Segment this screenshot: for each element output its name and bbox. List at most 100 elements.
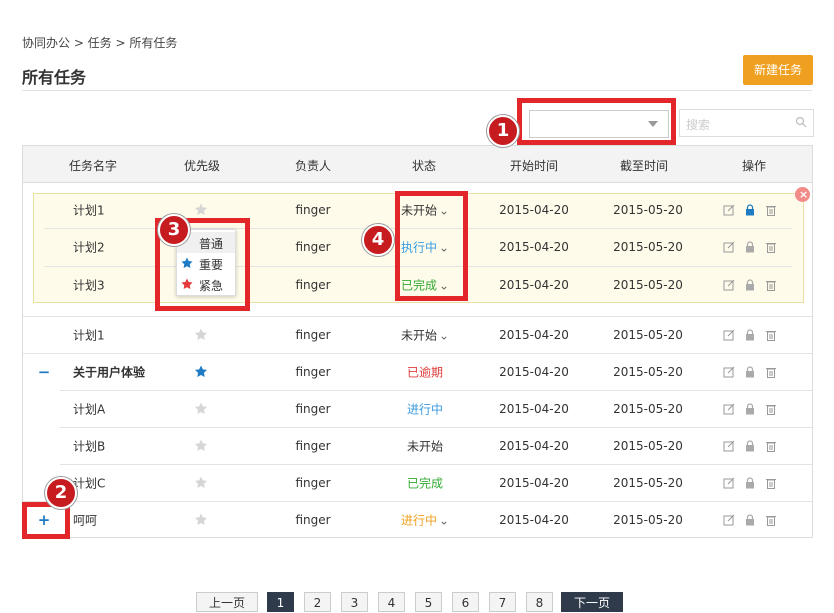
status-select[interactable]: 未开始 ⌄ <box>401 327 449 344</box>
trash-icon[interactable] <box>765 329 777 341</box>
edit-icon[interactable] <box>723 514 735 526</box>
trash-icon[interactable] <box>765 440 777 452</box>
status-select: 进行中 <box>407 401 443 418</box>
status-select[interactable]: 进行中 ⌄ <box>401 512 449 529</box>
trash-icon[interactable] <box>765 241 777 253</box>
breadcrumb: 协同办公 > 任务 > 所有任务 <box>22 36 178 50</box>
row-divider <box>23 501 812 502</box>
edit-icon[interactable] <box>723 366 735 378</box>
priority-star-icon[interactable] <box>195 513 208 529</box>
edit-icon[interactable] <box>723 477 735 489</box>
new-task-button[interactable]: 新建任务 <box>743 55 813 85</box>
task-name[interactable]: 计划C <box>73 475 105 492</box>
edit-icon[interactable] <box>723 204 735 216</box>
lock-icon[interactable] <box>744 403 756 415</box>
close-icon: × <box>799 188 809 201</box>
task-name[interactable]: 呵呵 <box>73 512 97 529</box>
priority-star-icon[interactable] <box>195 365 208 381</box>
end-date: 2015-05-20 <box>613 328 683 342</box>
priority-star-icon[interactable] <box>195 402 208 418</box>
callout-1: 1 <box>487 115 519 147</box>
row-actions <box>723 366 777 378</box>
row-actions <box>723 241 777 253</box>
col-header-status: 状态 <box>411 159 437 173</box>
priority-star-icon[interactable] <box>195 203 208 219</box>
lock-icon[interactable] <box>744 477 756 489</box>
start-date: 2015-04-20 <box>499 402 569 416</box>
highlight-filter <box>517 98 676 145</box>
row-divider <box>23 353 812 354</box>
edit-icon[interactable] <box>723 329 735 341</box>
end-date: 2015-05-20 <box>613 203 683 217</box>
search-icon[interactable] <box>795 116 807 128</box>
task-owner: finger <box>295 328 331 342</box>
task-name[interactable]: 计划B <box>73 438 105 455</box>
end-date: 2015-05-20 <box>613 365 683 379</box>
page-button[interactable]: 3 <box>341 592 368 612</box>
title-divider <box>22 90 812 91</box>
edit-icon[interactable] <box>723 403 735 415</box>
page-button[interactable]: 5 <box>415 592 442 612</box>
row-actions <box>723 329 777 341</box>
task-owner: finger <box>295 278 331 292</box>
task-name[interactable]: 计划2 <box>73 239 105 256</box>
highlight-status <box>395 191 468 301</box>
close-group-button[interactable]: × <box>795 187 810 202</box>
trash-icon[interactable] <box>765 204 777 216</box>
task-owner: finger <box>295 476 331 490</box>
task-owner: finger <box>295 513 331 527</box>
page-button[interactable]: 8 <box>526 592 553 612</box>
task-owner: finger <box>295 203 331 217</box>
start-date: 2015-04-20 <box>499 240 569 254</box>
task-name[interactable]: 计划3 <box>73 277 105 294</box>
end-date: 2015-05-20 <box>613 476 683 490</box>
page-button[interactable]: 7 <box>489 592 516 612</box>
task-name[interactable]: 计划1 <box>73 327 105 344</box>
lock-icon[interactable] <box>744 514 756 526</box>
lock-icon[interactable] <box>744 241 756 253</box>
search-input[interactable]: 搜索 <box>679 109 814 137</box>
priority-star-icon[interactable] <box>195 439 208 455</box>
col-header-name: 任务名字 <box>68 159 118 173</box>
lock-icon[interactable] <box>744 329 756 341</box>
row-actions <box>723 440 777 452</box>
status-select: 未开始 <box>407 438 443 455</box>
trash-icon[interactable] <box>765 366 777 378</box>
col-header-owner: 负责人 <box>294 159 332 173</box>
lock-icon[interactable] <box>744 366 756 378</box>
status-text: 已逾期 <box>406 365 444 380</box>
start-date: 2015-04-20 <box>499 476 569 490</box>
priority-star-icon[interactable] <box>195 476 208 492</box>
edit-icon[interactable] <box>723 279 735 291</box>
lock-icon[interactable] <box>744 204 756 216</box>
page-button[interactable]: 2 <box>304 592 331 612</box>
task-owner: finger <box>295 439 331 453</box>
status-text: 已完成 <box>406 476 444 491</box>
status-text: 未开始 <box>406 439 444 454</box>
collapse-row-button[interactable]: − <box>38 363 51 381</box>
task-name[interactable]: 关于用户体验 <box>73 364 145 381</box>
trash-icon[interactable] <box>765 279 777 291</box>
trash-icon[interactable] <box>765 403 777 415</box>
end-date: 2015-05-20 <box>613 240 683 254</box>
row-actions <box>723 204 777 216</box>
page-button[interactable]: 1 <box>267 592 294 612</box>
task-name[interactable]: 计划1 <box>73 202 105 219</box>
row-actions <box>723 403 777 415</box>
row-divider <box>60 390 812 391</box>
task-name[interactable]: 计划A <box>73 401 105 418</box>
callout-4: 4 <box>362 224 394 256</box>
start-date: 2015-04-20 <box>499 513 569 527</box>
priority-star-icon[interactable] <box>195 328 208 344</box>
page-button[interactable]: 6 <box>452 592 479 612</box>
trash-icon[interactable] <box>765 514 777 526</box>
trash-icon[interactable] <box>765 477 777 489</box>
task-owner: finger <box>295 365 331 379</box>
edit-icon[interactable] <box>723 241 735 253</box>
lock-icon[interactable] <box>744 440 756 452</box>
page-button[interactable]: 4 <box>378 592 405 612</box>
edit-icon[interactable] <box>723 440 735 452</box>
prev-page-button[interactable]: 上一页 <box>196 592 258 612</box>
next-page-button[interactable]: 下一页 <box>561 592 623 612</box>
lock-icon[interactable] <box>744 279 756 291</box>
